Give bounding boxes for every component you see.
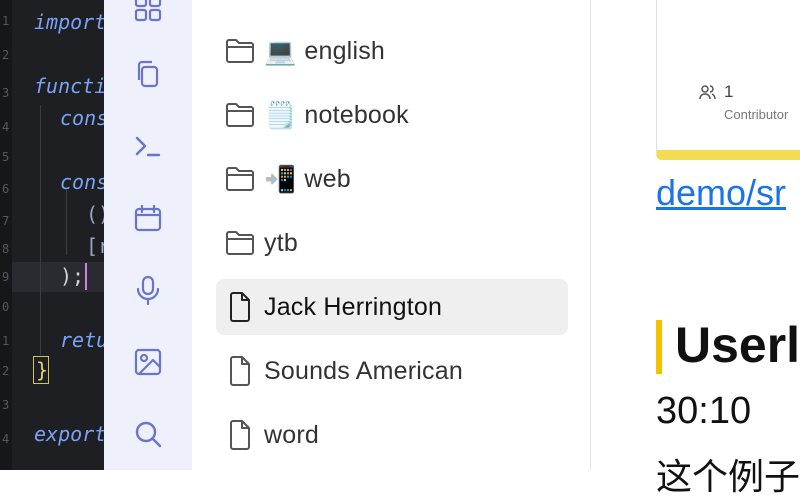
folder-item-notebook[interactable]: 🗒️ notebook: [216, 87, 568, 143]
demo-link[interactable]: demo/sr: [656, 172, 786, 214]
code-line: retu: [60, 328, 104, 352]
folder-item-web[interactable]: 📲 web: [216, 151, 568, 207]
code-line: }: [36, 358, 49, 382]
folder-label: notebook: [304, 100, 409, 129]
indent-guide: [66, 190, 67, 255]
file-icon: [224, 420, 256, 450]
file-icon: [224, 292, 256, 322]
body-text: 这个例子: [656, 456, 800, 497]
heading-accent-bar: [656, 320, 662, 374]
line-number: 7: [2, 214, 10, 228]
terminal-icon[interactable]: [130, 128, 166, 164]
timestamp: 30:10: [656, 390, 752, 432]
folder-label: english: [304, 36, 385, 65]
folder-label: ytb: [264, 228, 298, 257]
line-number: 2: [2, 364, 10, 378]
folder-icon: [224, 228, 256, 258]
line-number: 3: [2, 398, 10, 412]
line-number: 4: [2, 120, 10, 134]
folder-icon: [224, 164, 256, 194]
file-label: word: [264, 420, 319, 449]
search-icon[interactable]: [130, 416, 166, 452]
section-heading: Userl: [675, 317, 800, 373]
line-gutter: 1 2 3 4 5 6 7 8 9 0 1 2 3 4: [0, 0, 12, 470]
code-line: [r: [86, 234, 104, 258]
line-number: 8: [2, 242, 10, 256]
line-number: 1: [2, 14, 10, 28]
line-number: 9: [2, 270, 10, 284]
line-number: 6: [2, 182, 10, 196]
laptop-emoji-icon: 💻: [264, 36, 297, 66]
mobile-arrow-emoji-icon: 📲: [264, 164, 297, 194]
line-number: 3: [2, 86, 10, 100]
file-item-word[interactable]: word: [216, 407, 568, 463]
folder-item-ytb[interactable]: ytb: [216, 215, 568, 271]
file-item-sounds-american[interactable]: Sounds American: [216, 343, 568, 399]
line-number: 4: [2, 432, 10, 446]
code-line: cons: [60, 106, 104, 130]
code-line: (): [86, 202, 104, 226]
line-number: 1: [2, 334, 10, 348]
calendar-icon[interactable]: [130, 200, 166, 236]
copy-icon[interactable]: [130, 56, 166, 92]
line-number: 2: [2, 48, 10, 62]
file-label: Jack Herrington: [264, 292, 443, 321]
code-line: export: [34, 422, 104, 446]
code-line: functi: [34, 74, 104, 98]
code-line: cons: [60, 170, 104, 194]
code-editor[interactable]: 1 2 3 4 5 6 7 8 9 0 1 2 3 4 import funct…: [0, 0, 104, 470]
file-item-jack-herrington[interactable]: Jack Herrington: [216, 279, 568, 335]
repo-card[interactable]: [656, 0, 800, 160]
folder-icon: [224, 36, 256, 66]
image-icon[interactable]: [130, 344, 166, 380]
line-number: 0: [2, 300, 10, 314]
current-line-highlight: [12, 262, 104, 292]
contributor-label: Contributor: [724, 107, 789, 122]
code-line: );: [60, 264, 85, 288]
microphone-icon[interactable]: [130, 272, 166, 308]
layout-icon[interactable]: [130, 0, 166, 26]
text-cursor: [85, 263, 87, 290]
folder-icon: [224, 100, 256, 130]
notepad-emoji-icon: 🗒️: [264, 100, 297, 130]
indent-guide: [40, 105, 41, 355]
file-label: Sounds American: [264, 356, 463, 385]
folder-item-english[interactable]: 💻 english: [216, 23, 568, 79]
line-number: 5: [2, 150, 10, 164]
users-icon: [699, 84, 717, 105]
code-line: import: [34, 10, 104, 34]
file-icon: [224, 356, 256, 386]
folder-label: web: [304, 164, 351, 193]
contributor-count: 1: [724, 82, 734, 101]
